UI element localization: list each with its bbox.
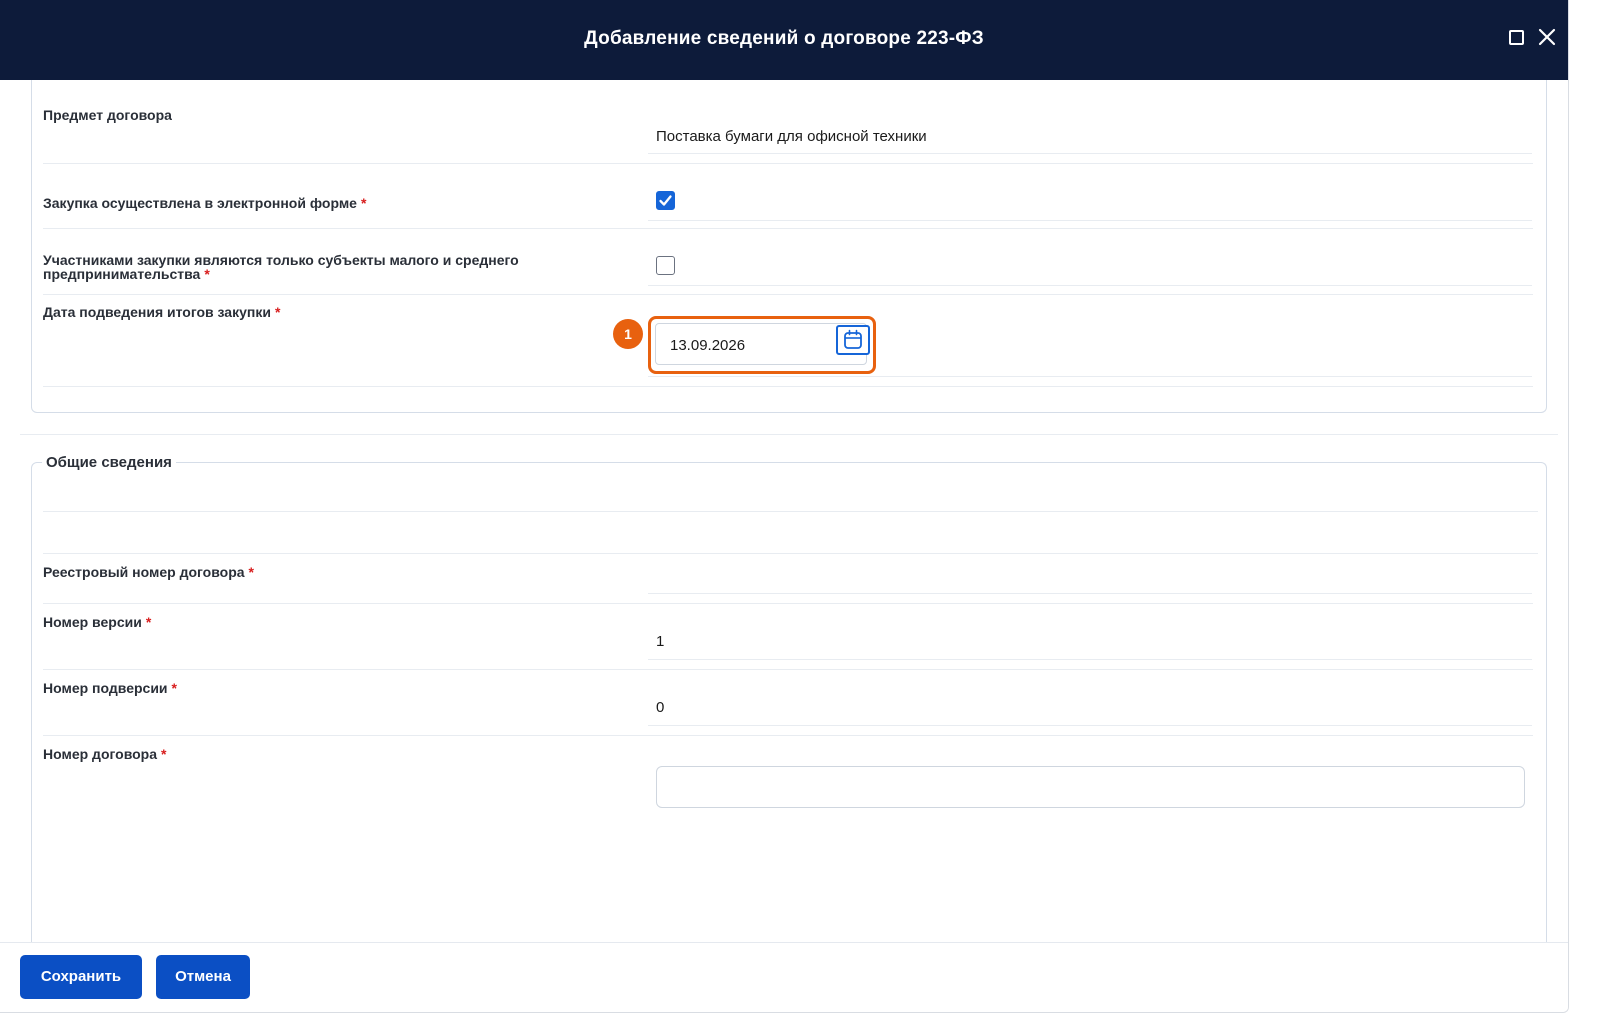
general-info-legend: Общие сведения — [42, 454, 176, 471]
sme-participants-label: Участниками закупки являются только субъ… — [43, 252, 519, 282]
sme-participants-checkbox[interactable] — [656, 256, 675, 275]
dialog-title: Добавление сведений о договоре 223-ФЗ — [584, 28, 984, 49]
version-number-label: Номер версии * — [43, 614, 152, 630]
general-info-section — [31, 462, 1547, 942]
add-contract-dialog: Добавление сведений о договоре 223-ФЗ Пр… — [0, 0, 1569, 1013]
dialog-titlebar: Добавление сведений о договоре 223-ФЗ — [0, 0, 1568, 80]
summary-date-value: 13.09.2026 — [670, 337, 746, 354]
divider — [43, 228, 1533, 229]
calendar-button[interactable] — [836, 325, 870, 355]
divider — [43, 669, 1533, 670]
divider — [43, 386, 1533, 387]
contract-number-label: Номер договора * — [43, 746, 167, 762]
divider — [648, 593, 1532, 594]
date-field-highlight: 13.09.2026 — [648, 316, 876, 374]
section-divider — [20, 434, 1558, 435]
close-icon[interactable] — [1536, 25, 1558, 49]
electronic-form-checkbox[interactable] — [656, 191, 675, 210]
dialog-footer: Сохранить Отмена — [0, 942, 1568, 1012]
divider — [648, 659, 1532, 660]
contract-number-input[interactable] — [656, 766, 1525, 808]
summary-date-input[interactable]: 13.09.2026 — [655, 323, 870, 365]
divider — [648, 220, 1532, 221]
divider — [648, 725, 1532, 726]
calendar-icon — [844, 329, 862, 349]
save-button[interactable]: Сохранить — [20, 955, 142, 999]
divider — [43, 553, 1538, 554]
divider — [43, 163, 1533, 164]
cancel-button[interactable]: Отмена — [156, 955, 250, 999]
subject-value: Поставка бумаги для офисной техники — [656, 128, 927, 145]
maximize-icon[interactable] — [1509, 30, 1524, 45]
electronic-form-label: Закупка осуществлена в электронной форме… — [43, 195, 367, 211]
divider — [648, 153, 1532, 154]
subject-label: Предмет договора — [43, 107, 172, 123]
summary-date-label: Дата подведения итогов закупки * — [43, 304, 281, 320]
divider — [43, 294, 1533, 295]
registry-number-label: Реестровый номер договора * — [43, 564, 254, 580]
divider — [648, 285, 1532, 286]
subversion-number-label: Номер подверсии * — [43, 680, 177, 696]
divider — [43, 603, 1533, 604]
divider — [43, 511, 1538, 512]
step-callout-badge: 1 — [613, 319, 643, 349]
divider — [43, 735, 1533, 736]
dialog-content: Предмет договора Поставка бумаги для офи… — [0, 80, 1568, 942]
version-number-value: 1 — [656, 633, 665, 650]
divider — [648, 376, 1532, 377]
subversion-number-value: 0 — [656, 699, 665, 716]
checkmark-icon — [659, 195, 672, 206]
